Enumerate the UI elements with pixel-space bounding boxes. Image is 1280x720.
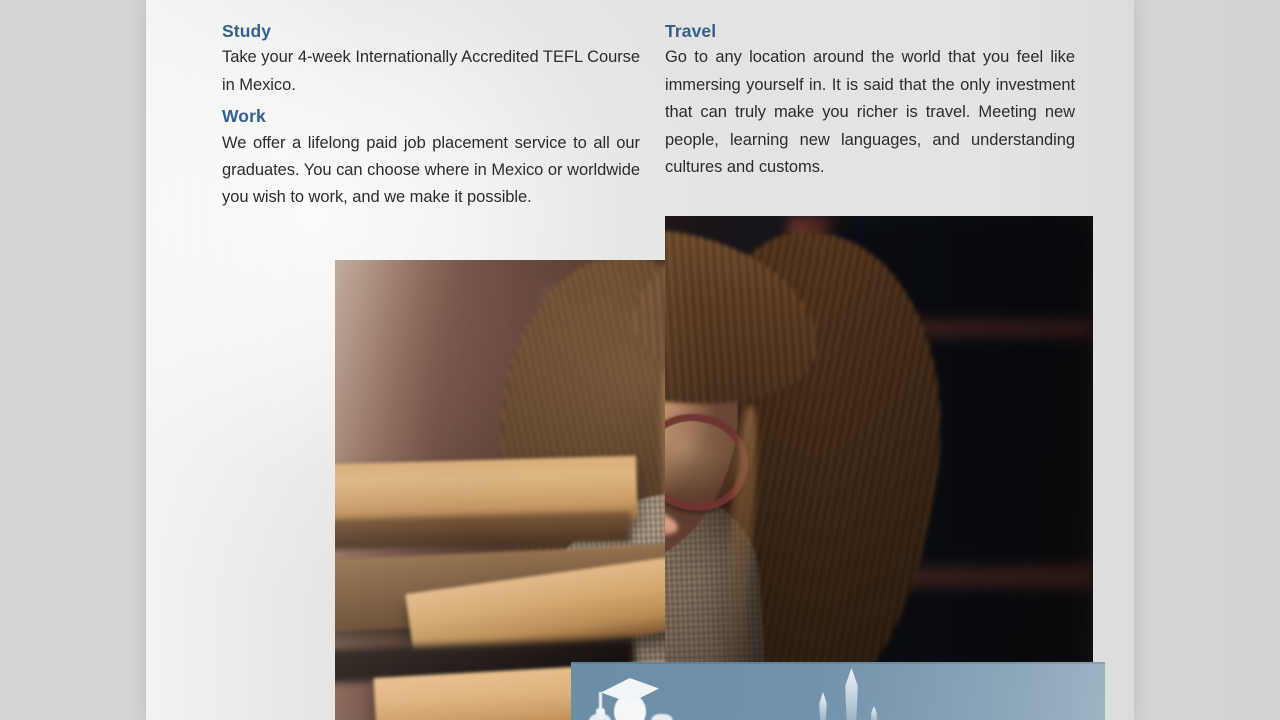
student-photo-continued [335, 260, 665, 720]
skyline-building-icon [871, 706, 877, 720]
section-work: Work We offer a lifelong paid job placem… [222, 107, 640, 212]
section-travel: Travel Go to any location around the wor… [665, 22, 1075, 181]
graduation-cap-icon [589, 674, 673, 720]
student-photo [665, 216, 1093, 720]
skyline-spire-icon [819, 692, 827, 720]
left-text-column: Study Take your 4-week Internationally A… [222, 22, 640, 212]
tassel [596, 692, 605, 719]
person-silhouette [651, 714, 673, 720]
document-viewer-stage: Study Take your 4-week Internationally A… [0, 0, 1280, 720]
skyline-spire-icon [845, 668, 858, 720]
study-heading: Study [222, 21, 272, 41]
work-heading: Work [222, 106, 266, 127]
brochure-page: Study Take your 4-week Internationally A… [146, 0, 1134, 720]
photo-upper-section [665, 216, 1093, 720]
work-body: We offer a lifelong paid job placement s… [222, 133, 640, 207]
section-study: Study Take your 4-week Internationally A… [222, 22, 640, 99]
photo-lower-section [189, 260, 665, 720]
travel-body: Go to any location around the world that… [665, 48, 1075, 176]
text-columns: Study Take your 4-week Internationally A… [146, 0, 1134, 230]
bottom-blue-banner [571, 662, 1105, 720]
right-text-column: Travel Go to any location around the wor… [665, 22, 1075, 181]
travel-heading: Travel [665, 21, 717, 41]
study-body: Take your 4-week Internationally Accredi… [222, 48, 640, 94]
mortarboard [601, 676, 659, 706]
